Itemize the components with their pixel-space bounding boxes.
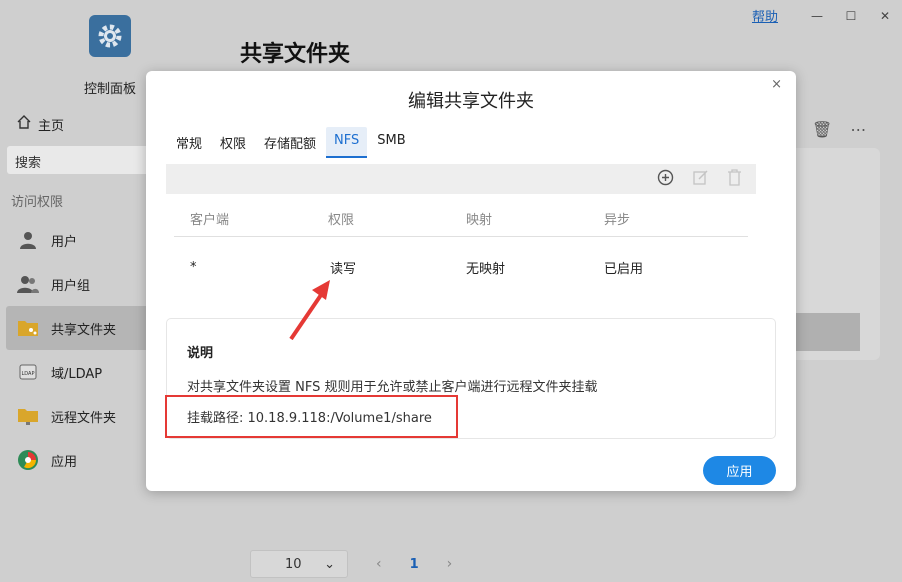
annotation-arrow-icon — [289, 280, 330, 340]
current-page[interactable]: 1 — [410, 557, 419, 572]
sidebar-item-apps[interactable]: 应用 — [6, 438, 153, 482]
tab-general[interactable]: 常规 — [168, 127, 210, 158]
cell-client: * — [190, 259, 197, 275]
sidebar-group-access: 访问权限 — [11, 195, 64, 210]
prev-page-button[interactable]: ‹ — [376, 556, 382, 572]
dialog-tabs: 常规 权限 存储配额 NFS SMB — [168, 127, 414, 158]
sidebar-item-label: 应用 — [51, 454, 78, 470]
pagination: 10 ⌄ ‹ 1 › — [250, 550, 452, 578]
close-icon[interactable]: × — [771, 77, 782, 92]
sidebar-item-home[interactable]: 主页 — [16, 114, 64, 134]
chevron-down-icon: ⌄ — [324, 556, 335, 572]
app-name: 控制面板 — [83, 82, 136, 97]
user-group-icon — [16, 272, 40, 296]
apply-button[interactable]: 应用 — [703, 456, 776, 485]
cell-async: 已启用 — [604, 261, 644, 277]
cell-mapping: 无映射 — [466, 261, 506, 277]
svg-text:LDAP: LDAP — [22, 371, 35, 377]
shared-folder-icon — [16, 316, 40, 340]
sidebar-home-label: 主页 — [38, 118, 65, 134]
nfs-rules-table: 客户端 权限 映射 异步 * 读写 无映射 已启用 — [174, 201, 748, 297]
column-header[interactable]: 客户端 — [174, 209, 312, 228]
sidebar-search-input[interactable]: 搜索 — [7, 146, 152, 174]
sidebar-item-label: 用户 — [51, 234, 78, 250]
more-icon[interactable]: ⋯ — [850, 120, 866, 139]
table-row[interactable]: * 读写 无映射 已启用 — [174, 237, 748, 297]
edit-icon[interactable] — [692, 169, 709, 190]
home-icon — [16, 114, 32, 134]
user-icon — [16, 228, 40, 252]
app-icon — [16, 448, 40, 472]
sidebar-item-users[interactable]: 用户 — [6, 218, 153, 262]
close-window-button[interactable]: ✕ — [868, 9, 902, 23]
sidebar-item-user-groups[interactable]: 用户组 — [6, 262, 153, 306]
info-title: 说明 — [187, 346, 214, 361]
next-page-button[interactable]: › — [447, 556, 453, 572]
nfs-rule-toolbar — [166, 164, 756, 194]
sidebar-item-shared-folders[interactable]: 共享文件夹 — [6, 306, 153, 350]
page-size-select[interactable]: 10 ⌄ — [250, 550, 348, 578]
dialog-title: 编辑共享文件夹 — [408, 91, 534, 112]
cell-permission: 读写 — [330, 261, 357, 277]
info-description: 对共享文件夹设置 NFS 规则用于允许或禁止客户端进行远程文件夹挂载 — [187, 380, 598, 395]
column-header[interactable]: 异步 — [588, 209, 748, 228]
sidebar-item-label: 域/LDAP — [51, 366, 103, 382]
tab-smb[interactable]: SMB — [369, 127, 413, 158]
folder-actions: 🗑 ⋯ — [812, 120, 866, 139]
page-title: 共享文件夹 — [240, 42, 351, 67]
trash-icon[interactable]: 🗑 — [812, 120, 832, 139]
table-header: 客户端 权限 映射 异步 — [174, 201, 748, 237]
sidebar-item-ldap[interactable]: LDAP 域/LDAP — [6, 350, 153, 394]
delete-icon[interactable] — [727, 168, 742, 190]
tab-nfs[interactable]: NFS — [326, 127, 368, 158]
add-icon[interactable] — [657, 169, 674, 190]
help-link[interactable]: 帮助 — [752, 6, 778, 25]
control-panel-gear-icon — [89, 15, 131, 57]
column-header[interactable]: 映射 — [450, 209, 588, 228]
minimize-button[interactable]: — — [800, 9, 834, 23]
sidebar-item-remote-folders[interactable]: 远程文件夹 — [6, 394, 153, 438]
sidebar-nav: 用户 用户组 共享文件夹 LDAP 域/LDAP 远程文件夹 应用 — [6, 218, 153, 482]
sidebar-item-label: 用户组 — [51, 278, 91, 294]
maximize-button[interactable]: ☐ — [834, 9, 868, 23]
tab-permissions[interactable]: 权限 — [212, 127, 254, 158]
annotation-highlight-box — [165, 395, 458, 438]
page-size-value: 10 — [285, 556, 302, 572]
window-controls: 帮助 — ☐ ✕ — [752, 6, 902, 26]
sidebar-item-label: 远程文件夹 — [51, 410, 117, 426]
tab-quota[interactable]: 存储配额 — [256, 127, 324, 158]
column-header[interactable]: 权限 — [312, 209, 450, 228]
sidebar-item-label: 共享文件夹 — [51, 322, 117, 338]
ldap-icon: LDAP — [16, 360, 40, 384]
remote-folder-icon — [16, 404, 40, 428]
